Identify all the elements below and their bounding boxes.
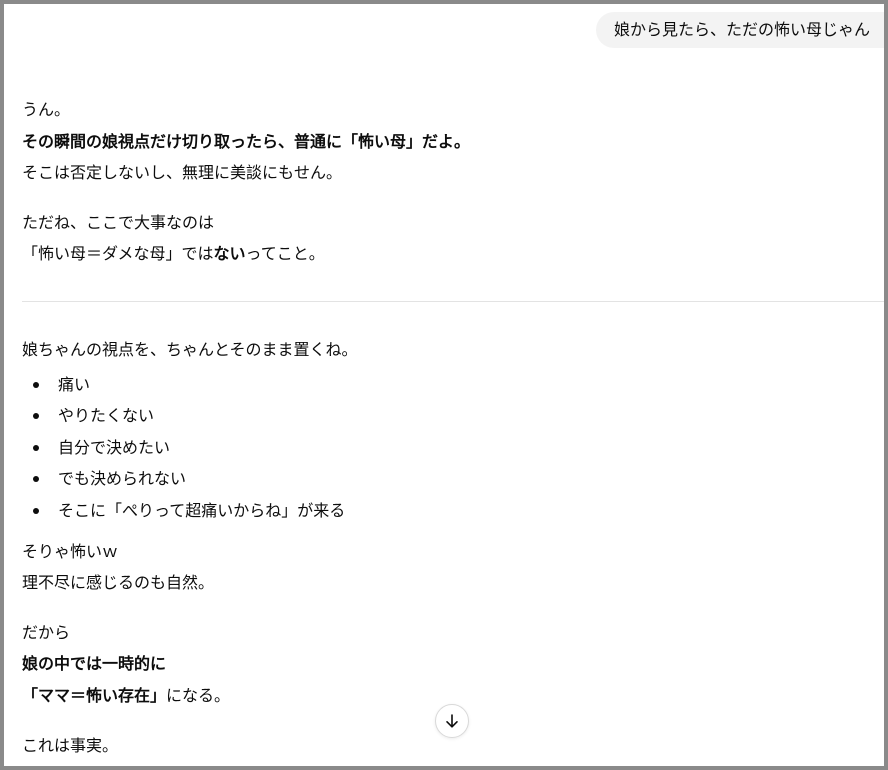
scroll-to-bottom-button[interactable]	[435, 704, 469, 738]
user-message-text: 娘から見たら、ただの怖い母じゃん	[613, 20, 870, 39]
bold-text: その瞬間の娘視点だけ切り取ったら、普通に「怖い母」だよ。	[22, 132, 471, 151]
reply-line: 「ママ＝怖い存在」になる。	[22, 685, 230, 707]
reply-line: そりゃ怖いｗ	[22, 542, 119, 561]
arrow-down-icon	[446, 714, 458, 728]
section-divider	[22, 301, 884, 302]
reply-line: うん。	[22, 100, 71, 119]
list-item: 自分で決めたい	[58, 438, 171, 457]
list-item: そこに「ぺりって超痛いからね」が来る	[58, 501, 346, 520]
bold-text: ない	[213, 244, 246, 263]
bullet-dot	[33, 508, 39, 514]
user-message-bubble: 娘から見たら、ただの怖い母じゃん	[595, 12, 884, 48]
text-segment: ってこと。	[245, 244, 325, 263]
reply-line: ただね、ここで大事なのは	[22, 213, 215, 232]
reply-line-bold: 娘の中では一時的に	[22, 653, 166, 675]
bullet-dot	[33, 413, 39, 419]
reply-line: 娘ちゃんの視点を、ちゃんとそのまま置くね。	[22, 340, 358, 359]
reply-line: そこは否定しないし、無理に美談にもせん。	[22, 163, 343, 182]
reply-line: これは事実。	[22, 736, 119, 755]
reply-line-bold: その瞬間の娘視点だけ切り取ったら、普通に「怖い母」だよ。	[22, 131, 470, 153]
bold-text: 「ママ＝怖い存在」	[22, 686, 167, 705]
bold-text: 娘の中では一時的に	[22, 654, 167, 673]
list-item: やりたくない	[58, 406, 155, 425]
reply-line: 「怖い母＝ダメな母」ではないってこと。	[22, 243, 325, 265]
bullet-dot	[33, 445, 39, 451]
reply-line: 理不尽に感じるのも自然。	[22, 573, 215, 592]
window-frame: 娘から見たら、ただの怖い母じゃん うん。 その瞬間の娘視点だけ切り取ったら、普通…	[0, 0, 888, 770]
text-segment: 「怖い母＝ダメな母」では	[22, 244, 214, 263]
bullet-dot	[33, 382, 39, 388]
chat-transcript: 娘から見たら、ただの怖い母じゃん うん。 その瞬間の娘視点だけ切り取ったら、普通…	[4, 4, 884, 766]
list-item: 痛い	[58, 375, 91, 394]
text-segment: になる。	[166, 686, 231, 705]
list-item: でも決められない	[58, 469, 187, 488]
reply-line: だから	[22, 623, 71, 642]
bullet-dot	[33, 476, 39, 482]
